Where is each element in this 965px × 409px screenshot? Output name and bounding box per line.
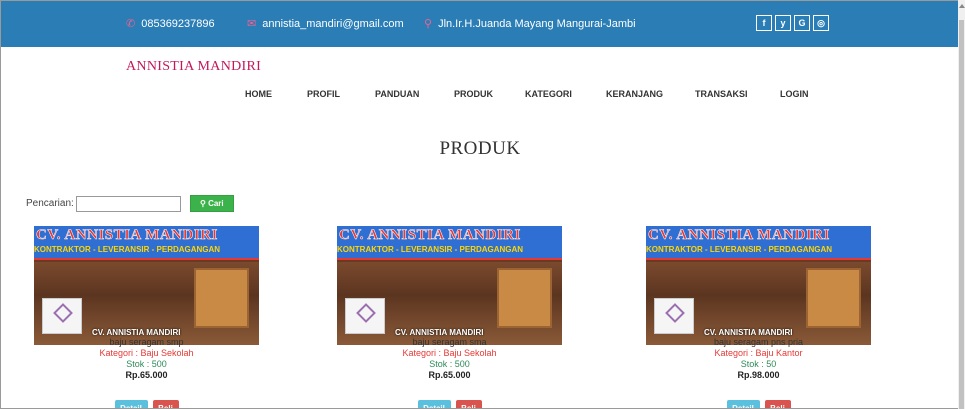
product-name: baju seragam sma (412, 337, 487, 347)
product-info: baju seragam sma Kategori : Baju Sekolah… (337, 337, 562, 381)
contact-topbar: ✆ 085369237896 ✉ annistia_mandiri@gmail.… (1, 1, 958, 47)
contact-email: ✉ annistia_mandiri@gmail.com (247, 18, 404, 30)
product-image[interactable]: CV. ANNISTIA MANDIRI KONTRAKTOR - LEVERA… (337, 226, 562, 345)
buy-button[interactable]: Beli (152, 400, 179, 408)
facebook-icon[interactable]: f (756, 15, 772, 31)
address-text: Jln.Ir.H.Juanda Mayang Mangurai-Jambi (438, 18, 636, 30)
product-card: CV. ANNISTIA MANDIRI KONTRAKTOR - LEVERA… (337, 226, 562, 408)
nav-login[interactable]: LOGIN (780, 89, 809, 99)
product-name: baju seragam smp (109, 337, 184, 347)
nav-kategori[interactable]: KATEGORI (525, 89, 572, 99)
nav-keranjang[interactable]: KERANJANG (606, 89, 663, 99)
search-icon: ⚲ (199, 199, 206, 208)
product-image[interactable]: CV. ANNISTIA MANDIRI KONTRAKTOR - LEVERA… (646, 226, 871, 345)
banner-title: CV. ANNISTIA MANDIRI (36, 227, 218, 244)
company-logo-icon (345, 298, 385, 334)
search-button[interactable]: ⚲ Cari (189, 195, 234, 212)
scrollbar-thumb[interactable] (959, 20, 964, 409)
banner-footer: CV. ANNISTIA MANDIRI (395, 328, 484, 337)
phone-text: 085369237896 (141, 18, 215, 30)
detail-button[interactable]: Detail (417, 400, 451, 408)
product-category: Kategori : Baju Sekolah (402, 348, 497, 358)
product-info: baju seragam smp Kategori : Baju Sekolah… (34, 337, 259, 381)
email-text: annistia_mandiri@gmail.com (262, 18, 404, 30)
nav-panduan[interactable]: PANDUAN (375, 89, 419, 99)
buy-button[interactable]: Beli (455, 400, 482, 408)
search-form: Pencarian: ⚲ Cari (26, 195, 234, 212)
company-logo-icon (654, 298, 694, 334)
banner-title: CV. ANNISTIA MANDIRI (648, 227, 830, 244)
nav-home[interactable]: HOME (245, 89, 272, 99)
product-actions: Detail Beli (337, 400, 562, 408)
scroll-up-icon[interactable] (959, 4, 965, 8)
product-actions: Detail Beli (646, 400, 871, 408)
main-nav: HOME PROFIL PANDUAN PRODUK KATEGORI KERA… (1, 89, 958, 105)
contact-address: ⚲ Jln.Ir.H.Juanda Mayang Mangurai-Jambi (424, 18, 636, 30)
search-input[interactable] (75, 195, 181, 212)
phone-icon: ✆ (126, 17, 136, 30)
browser-viewport: ✆ 085369237896 ✉ annistia_mandiri@gmail.… (0, 0, 958, 409)
banner-subtitle: KONTRAKTOR - LEVERANSIR - PERDAGANGAN (34, 245, 221, 254)
product-price: Rp.65.000 (428, 370, 471, 380)
product-name: baju seragam pns pria (713, 337, 804, 347)
nav-profil[interactable]: PROFIL (307, 89, 340, 99)
product-card: CV. ANNISTIA MANDIRI KONTRAKTOR - LEVERA… (646, 226, 871, 408)
banner-title: CV. ANNISTIA MANDIRI (339, 227, 521, 244)
site-brand[interactable]: ANNISTIA MANDIRI (126, 59, 261, 75)
google-plus-icon[interactable]: G (794, 15, 810, 31)
product-price: Rp.98.000 (737, 370, 780, 380)
product-image[interactable]: CV. ANNISTIA MANDIRI KONTRAKTOR - LEVERA… (34, 226, 259, 345)
product-stock: Stok : 50 (740, 359, 777, 369)
product-category: Kategori : Baju Sekolah (99, 348, 194, 358)
product-category: Kategori : Baju Kantor (714, 348, 803, 358)
product-stock: Stok : 500 (126, 359, 167, 369)
contact-phone: ✆ 085369237896 (126, 18, 215, 30)
search-button-label: Cari (208, 199, 224, 208)
instagram-icon[interactable]: ◎ (813, 15, 829, 31)
vertical-scrollbar[interactable] (958, 0, 965, 409)
company-logo-icon (42, 298, 82, 334)
banner-footer: CV. ANNISTIA MANDIRI (92, 328, 181, 337)
detail-button[interactable]: Detail (114, 400, 148, 408)
banner-footer: CV. ANNISTIA MANDIRI (704, 328, 793, 337)
nav-transaksi[interactable]: TRANSAKSI (695, 89, 748, 99)
social-links: f y G ◎ (756, 15, 829, 31)
buy-button[interactable]: Beli (764, 400, 791, 408)
search-label: Pencarian: (26, 198, 74, 209)
product-info: baju seragam pns pria Kategori : Baju Ka… (646, 337, 871, 381)
page-title: PRODUK (439, 138, 521, 159)
product-stock: Stok : 500 (429, 359, 470, 369)
nav-produk[interactable]: PRODUK (454, 89, 493, 99)
product-actions: Detail Beli (34, 400, 259, 408)
envelope-icon: ✉ (247, 17, 257, 30)
map-marker-icon: ⚲ (424, 17, 433, 30)
product-card: CV. ANNISTIA MANDIRI KONTRAKTOR - LEVERA… (34, 226, 259, 408)
banner-subtitle: KONTRAKTOR - LEVERANSIR - PERDAGANGAN (337, 245, 524, 254)
product-price: Rp.65.000 (125, 370, 168, 380)
detail-button[interactable]: Detail (726, 400, 760, 408)
banner-subtitle: KONTRAKTOR - LEVERANSIR - PERDAGANGAN (646, 245, 833, 254)
twitter-icon[interactable]: y (775, 15, 791, 31)
